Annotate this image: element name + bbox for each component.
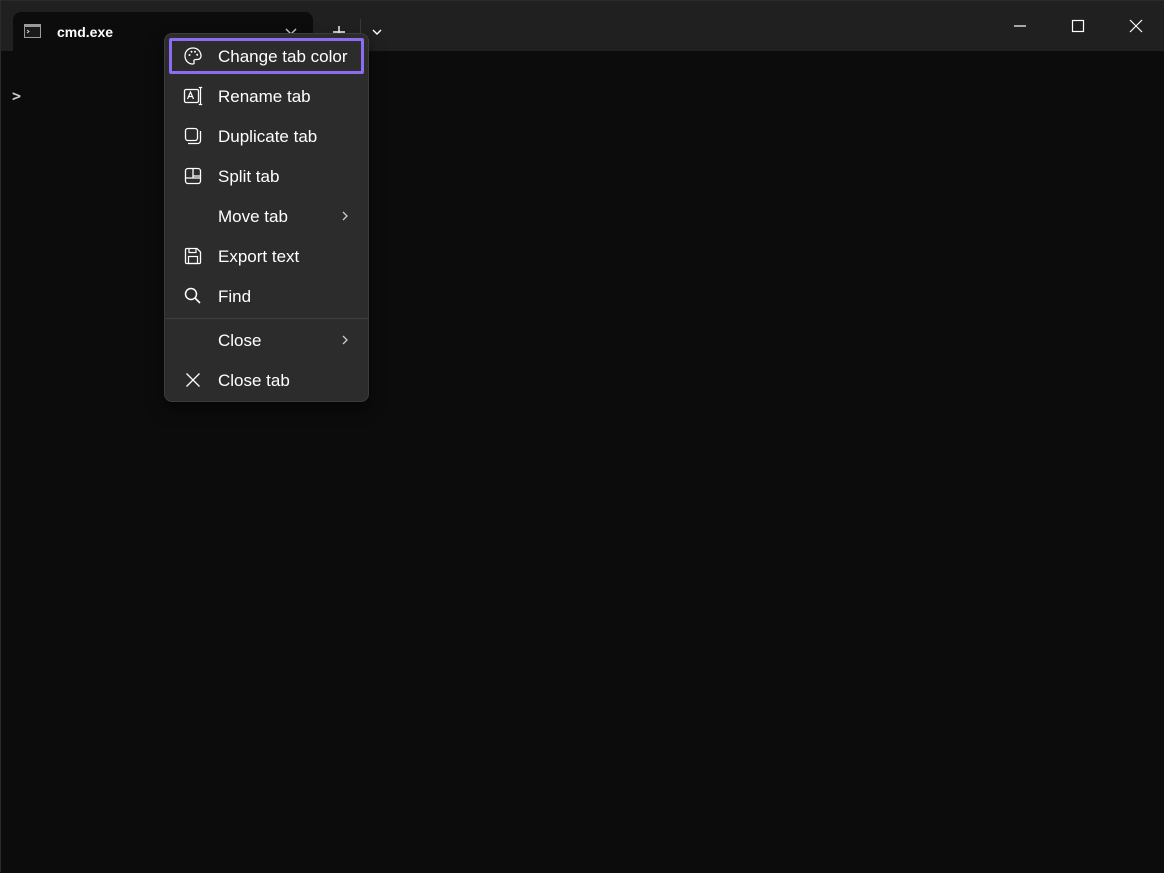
tab-context-menu: Change tab color Rename tab Duplicate ta…	[164, 33, 369, 402]
menu-item-label: Close	[218, 331, 262, 350]
menu-item-label: Export text	[218, 247, 300, 266]
menu-item-label: Move tab	[218, 207, 288, 226]
rename-icon	[183, 86, 203, 106]
maximize-button[interactable]	[1049, 1, 1107, 51]
menu-item-export-text[interactable]: Export text	[169, 238, 364, 274]
menu-item-close[interactable]: Close	[169, 322, 364, 358]
terminal-icon	[24, 24, 41, 38]
minimize-icon	[1013, 19, 1027, 33]
duplicate-icon	[183, 126, 203, 146]
minimize-button[interactable]	[991, 1, 1049, 51]
menu-item-label: Duplicate tab	[218, 127, 318, 146]
menu-item-close-tab[interactable]: Close tab	[169, 362, 364, 398]
menu-item-label: Find	[218, 287, 252, 306]
menu-item-label: Rename tab	[218, 87, 311, 106]
menu-item-find[interactable]: Find	[169, 278, 364, 314]
chevron-down-icon	[371, 26, 383, 38]
search-icon	[183, 286, 203, 306]
menu-item-label: Change tab color	[218, 47, 348, 66]
menu-item-move-tab[interactable]: Move tab	[169, 198, 364, 234]
save-icon	[183, 246, 203, 266]
menu-item-split-tab[interactable]: Split tab	[169, 158, 364, 194]
close-icon	[183, 370, 203, 390]
window-close-button[interactable]	[1107, 1, 1164, 51]
chevron-right-icon	[339, 209, 351, 223]
chevron-right-icon	[339, 333, 351, 347]
menu-item-label: Close tab	[218, 371, 290, 390]
menu-item-label: Split tab	[218, 167, 280, 186]
close-icon	[1129, 19, 1143, 33]
split-icon	[183, 166, 203, 186]
menu-item-change-tab-color[interactable]: Change tab color	[169, 38, 364, 74]
palette-icon	[183, 46, 203, 66]
terminal-prompt: >	[12, 87, 22, 105]
maximize-icon	[1071, 19, 1085, 33]
menu-item-duplicate-tab[interactable]: Duplicate tab	[169, 118, 364, 154]
tab-title: cmd.exe	[57, 24, 114, 40]
terminal-window: cmd.exe > Change tab color Rename tab Du…	[0, 0, 1164, 873]
menu-item-rename-tab[interactable]: Rename tab	[169, 78, 364, 114]
menu-separator	[165, 318, 368, 319]
